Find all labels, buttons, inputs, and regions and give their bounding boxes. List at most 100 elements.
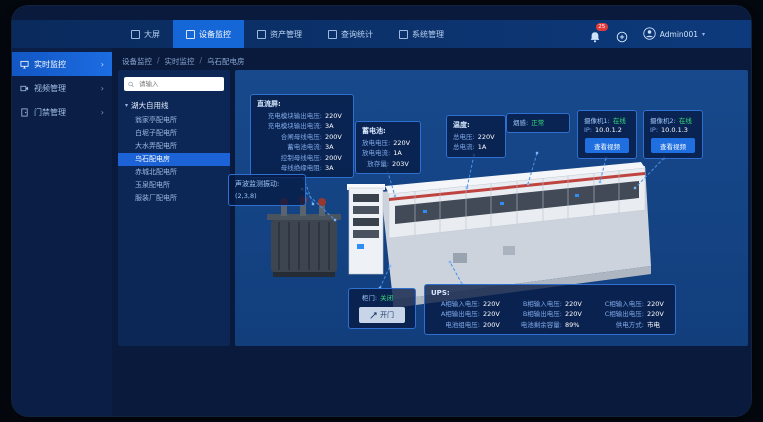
ups-column-b: B相输入电压:220V B相输出电压:220V 电池剩余容量:89% [513,299,587,330]
field-value: 220V [565,309,587,319]
ups-columns: A相输入电压:220V A相输出电压:220V 电池组电压:200V B相输入电… [431,299,669,330]
field-label: 控制母线电压: [257,153,322,163]
field-label: 电池剩余容量: [513,320,562,330]
open-door-button-label: 开门 [380,310,394,320]
monitor-icon [20,60,29,69]
sidebar-item-label: 视频管理 [34,83,66,94]
tab-dashboard[interactable]: 大屏 [118,20,173,48]
camera-label: 摄像机1: [584,115,610,125]
temperature-panel: 温度: 总电压:220V 总电流:1A [446,115,506,158]
asset-icon [257,30,266,39]
fullscreen-icon[interactable] [616,28,628,40]
device-monitor-icon [186,30,195,39]
ups-panel: UPS: A相输入电压:220V A相输出电压:220V 电池组电压:200V … [424,284,676,335]
field-value: 3A [325,142,347,152]
battery-panel: 蓄电池: 放电电压:220V 放电电流:1A 放存量:203V [355,121,421,174]
panel-title: 声波监测振动: [235,179,299,189]
chevron-right-icon: › [101,108,104,117]
view-video-button[interactable]: 查看视频 [585,138,629,153]
chevron-down-icon: ▾ [702,31,705,38]
field-label: 放电电流: [362,148,390,158]
tree-item-station-3[interactable]: 大水弄配电所 [118,140,230,153]
avatar [643,27,656,42]
sidebar-item-access-control[interactable]: 门禁管理 › [12,100,112,124]
sidebar-item-realtime-monitoring[interactable]: 实时监控 › [12,52,112,76]
sidebar-item-video-management[interactable]: 视频管理 › [12,76,112,100]
tab-device-monitoring[interactable]: 设备监控 [173,20,244,48]
tree-item-station-1[interactable]: 翁家亭配电所 [118,114,230,127]
notification-bell-icon[interactable]: 25 [589,28,601,40]
field-label: 烟感: [513,118,528,128]
breadcrumb-separator: / [200,56,203,67]
tree-item-station-5[interactable]: 赤城北配电所 [118,166,230,179]
tab-label: 系统管理 [412,29,444,40]
field-value: 200V [325,153,347,163]
view-video-button[interactable]: 查看视频 [651,138,695,153]
field-value: 市电 [647,320,669,330]
tree-item-station-4-selected[interactable]: 乌石配电房 [118,153,230,166]
open-door-button[interactable]: 开门 [359,307,405,323]
field-value: 1A [478,142,500,152]
field-label: 总电流: [453,142,475,152]
ups-column-a: A相输入电压:220V A相输出电压:220V 电池组电压:200V [431,299,505,330]
door-icon [20,108,29,117]
breadcrumb-current-station[interactable]: 乌石配电房 [207,56,245,67]
tab-label: 大屏 [144,29,160,40]
acoustic-vibration-panel: 声波监测振动: (2,3,8) [228,174,306,206]
field-value: 203V [392,159,414,169]
tab-label: 查询统计 [341,29,373,40]
camera-label: 摄像机2: [650,115,676,125]
tree-search-input[interactable] [137,79,220,89]
field-value: 220V [565,299,587,309]
panel-title: 蓄电池: [362,126,414,136]
field-label: 放存量: [362,159,389,169]
notification-badge: 25 [596,23,608,31]
screenshot-stage: 大屏 设备监控 资产管理 查询统计 系统管理 25 [0,0,763,422]
ip-label: IP: [584,125,592,135]
tree-item-station-7[interactable]: 服装厂配电所 [118,192,230,205]
door-status: 关闭 [380,293,402,303]
panel-title: UPS: [431,289,669,297]
camera-1-panel: 摄像机1:在线 IP:10.0.1.2 查看视频 [577,110,637,159]
field-value: 220V [483,309,505,319]
camera-status: 在线 [679,115,692,125]
chevron-right-icon: › [101,84,104,93]
ip-label: IP: [650,125,658,135]
field-label: 放电电压: [362,138,390,148]
sidebar-item-label: 门禁管理 [34,107,66,118]
tree-item-station-2[interactable]: 白坭子配电所 [118,127,230,140]
field-label: A相输出电压: [431,309,480,319]
smoke-status: 正常 [531,118,553,128]
field-label: 蓄电池电流: [257,142,322,152]
breadcrumb-realtime-monitoring[interactable]: 实时监控 [165,56,195,67]
tab-system-management[interactable]: 系统管理 [386,20,457,48]
door-label: 柜门: [362,293,377,303]
user-menu[interactable]: Admin001 ▾ [643,27,705,42]
field-label: C相输入电压: [595,299,644,309]
field-value: 200V [325,132,347,142]
top-navbar: 大屏 设备监控 资产管理 查询统计 系统管理 25 [12,20,751,48]
app-window: 大屏 设备监控 资产管理 查询统计 系统管理 25 [12,6,751,416]
tab-asset-management[interactable]: 资产管理 [244,20,315,48]
tree-expand-icon: ▾ [125,102,128,109]
field-value: 220V [478,132,500,142]
breadcrumb-device-monitoring[interactable]: 设备监控 [122,56,152,67]
field-label: A相输入电压: [431,299,480,309]
field-value: 3A [325,121,347,131]
field-value: 220V [647,309,669,319]
tree-item-station-6[interactable]: 玉泉配电所 [118,179,230,192]
field-value: 1A [393,148,415,158]
camera-2-panel: 摄像机2:在线 IP:10.0.1.3 查看视频 [643,110,703,159]
tab-query-statistics[interactable]: 查询统计 [315,20,386,48]
ip-value: 10.0.1.3 [661,125,688,135]
system-icon [399,30,408,39]
dc-screen-panel: 直流屏: 充电模块输出电压:220V 充电模块输出电流:3A 合闸母线电压:20… [250,94,354,178]
tab-label: 设备监控 [199,29,231,40]
statistics-icon [328,30,337,39]
tree-root-node[interactable]: ▾ 湖大自用线 [118,97,230,114]
field-label: 总电压: [453,132,475,142]
field-value: 220V [647,299,669,309]
sidebar-item-label: 实时监控 [34,59,66,70]
tab-label: 资产管理 [270,29,302,40]
smoke-sensor-panel: 烟感:正常 [506,113,570,133]
